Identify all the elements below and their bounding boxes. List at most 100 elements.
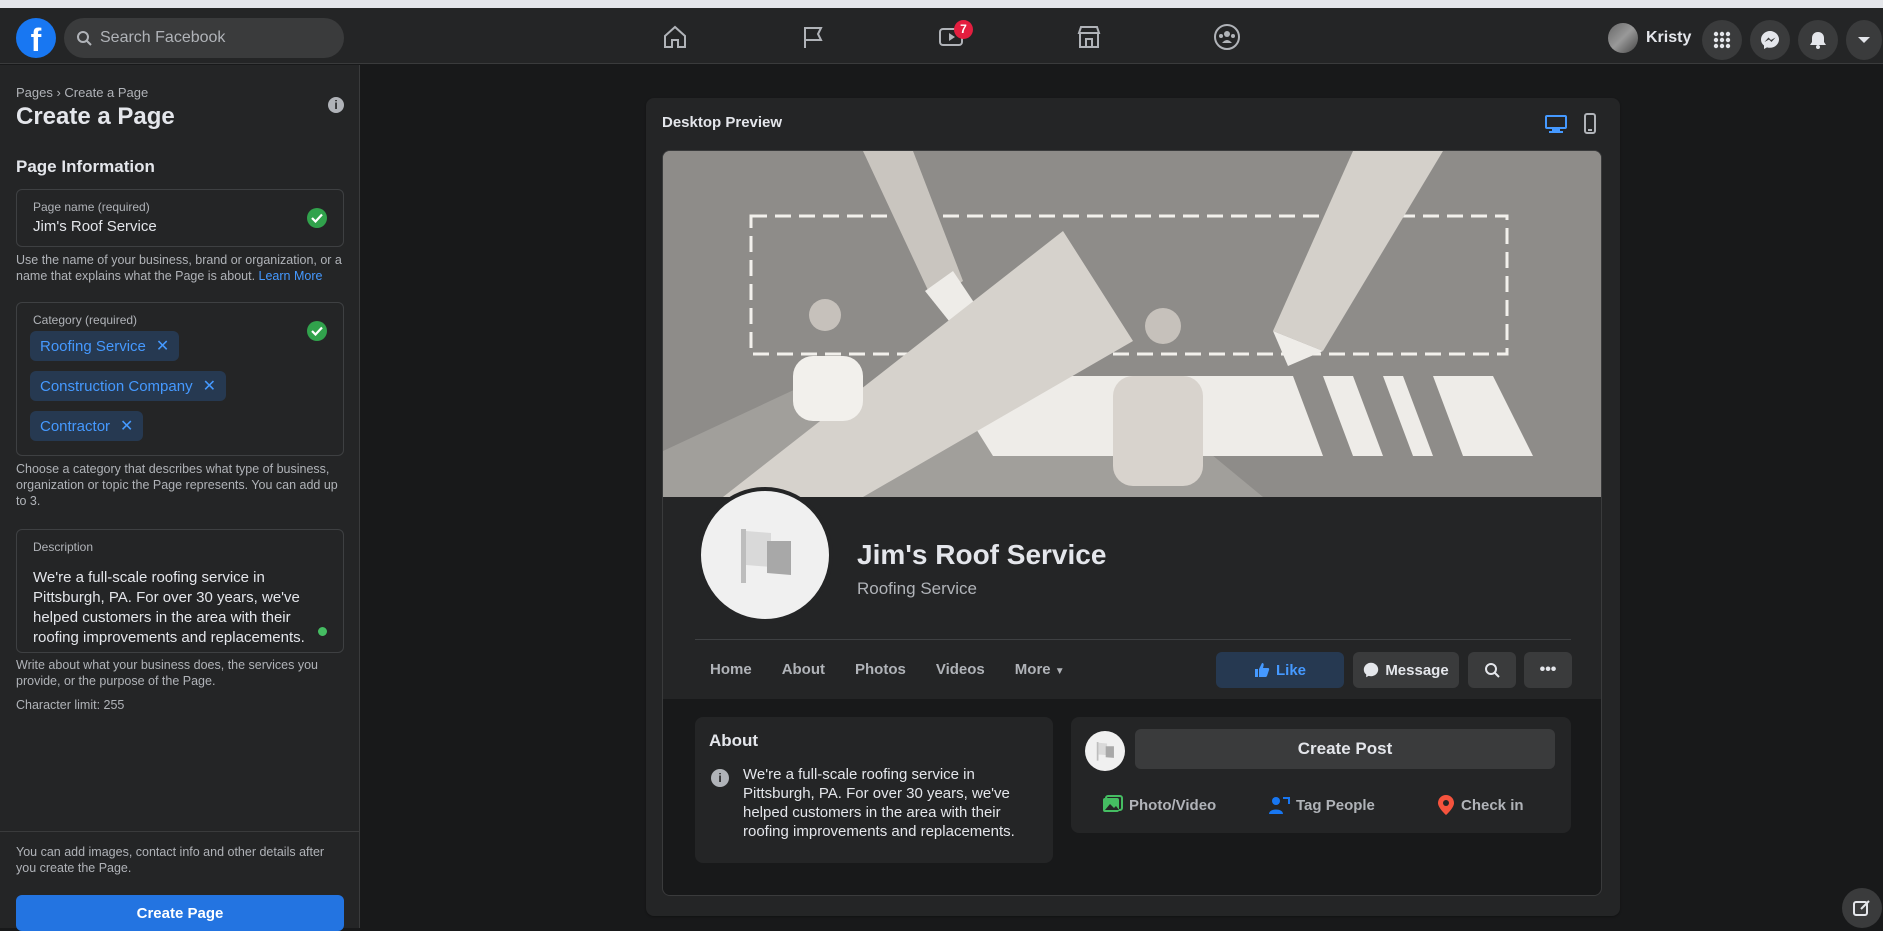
description-textarea[interactable]: We're a full-scale roofing service in Pi…	[33, 568, 323, 648]
thumbs-up-icon	[1254, 663, 1270, 677]
create-page-sidebar: Pages › Create a Page Create a Page i Pa…	[0, 65, 360, 931]
page-name-label: Page name (required)	[33, 200, 150, 214]
messenger-button[interactable]	[1750, 20, 1790, 60]
tab-photos[interactable]: Photos	[840, 649, 921, 690]
account-menu-button[interactable]	[1846, 20, 1882, 60]
footer-note: You can add images, contact info and oth…	[16, 845, 325, 875]
profile-picture[interactable]	[697, 487, 833, 623]
check-in-label: Check in	[1461, 796, 1524, 814]
facebook-logo-icon[interactable]: f	[16, 18, 56, 58]
close-icon[interactable]: ✕	[120, 416, 133, 436]
close-icon[interactable]: ✕	[203, 376, 216, 396]
preview-title: Desktop Preview	[662, 114, 783, 131]
location-pin-icon	[1438, 795, 1454, 815]
more-options-button[interactable]: •••	[1524, 652, 1572, 688]
groups-nav-icon[interactable]	[1172, 14, 1282, 60]
chip-label: Contractor	[40, 417, 111, 435]
notifications-button[interactable]	[1798, 20, 1838, 60]
tag-people-icon	[1269, 797, 1290, 814]
grid-icon	[1713, 31, 1731, 49]
ellipsis-icon: •••	[1539, 661, 1557, 678]
character-limit: Character limit: 255	[16, 698, 125, 712]
menu-grid-button[interactable]	[1702, 20, 1742, 60]
browser-top-strip	[0, 0, 1883, 8]
top-nav: f Search Facebook 7 Kristy	[0, 8, 1883, 64]
photo-video-label: Photo/Video	[1129, 796, 1217, 814]
cover-illustration	[663, 151, 1601, 497]
home-nav-icon[interactable]	[620, 14, 730, 60]
avatar	[1608, 23, 1638, 53]
bell-icon	[1810, 32, 1826, 49]
photo-video-action[interactable]: Photo/Video	[1101, 787, 1216, 823]
category-chip-contractor[interactable]: Contractor ✕	[30, 411, 144, 441]
flag-icon	[741, 529, 791, 583]
check-in-action[interactable]: Check in	[1437, 787, 1524, 823]
photo-icon	[1103, 795, 1123, 812]
desktop-icon[interactable]	[1544, 114, 1568, 134]
tag-people-action[interactable]: Tag People	[1268, 787, 1375, 823]
search-page-button[interactable]	[1468, 652, 1516, 688]
category-help: Choose a category that describes what ty…	[16, 462, 338, 508]
category-chip-construction-company[interactable]: Construction Company ✕	[30, 371, 226, 401]
description-field[interactable]: Description We're a full-scale roofing s…	[16, 529, 344, 653]
section-title: Page Information	[16, 157, 155, 176]
chip-label: Construction Company	[40, 377, 193, 395]
page-title: Create a Page	[16, 103, 175, 130]
like-label: Like	[1275, 661, 1306, 679]
search-icon	[1485, 663, 1500, 678]
chevron-down-icon	[1858, 37, 1870, 43]
like-button[interactable]: Like	[1216, 652, 1344, 688]
page-name-value[interactable]: Jim's Roof Service	[33, 218, 157, 235]
tab-more[interactable]: More ▼	[1000, 649, 1080, 690]
marketplace-nav-icon[interactable]	[1034, 14, 1144, 60]
preview-page-category: Roofing Service	[857, 579, 978, 598]
new-message-button[interactable]	[1842, 888, 1882, 928]
create-post-card: Create Post Photo/Video Tag People Check…	[1071, 717, 1571, 833]
close-icon[interactable]: ✕	[156, 336, 169, 356]
message-label: Message	[1385, 661, 1449, 679]
messenger-icon	[1761, 31, 1779, 49]
about-text: We're a full-scale roofing service in Pi…	[743, 766, 1015, 840]
check-circle-icon	[307, 321, 327, 341]
search-input[interactable]: Search Facebook	[64, 18, 344, 58]
learn-more-link[interactable]: Learn More	[259, 269, 323, 283]
category-chip-roofing-service[interactable]: Roofing Service ✕	[30, 331, 180, 361]
breadcrumb[interactable]: Pages › Create a Page	[16, 85, 148, 100]
about-card: About i We're a full-scale roofing servi…	[695, 717, 1053, 863]
divider	[0, 831, 360, 832]
grammar-indicator-icon	[318, 627, 327, 636]
compose-icon	[1853, 900, 1870, 916]
search-icon	[77, 31, 92, 46]
description-help: Write about what your business does, the…	[16, 658, 319, 688]
tab-more-label: More	[1014, 661, 1051, 678]
page-name-help: Use the name of your business, brand or …	[16, 252, 346, 284]
tab-home[interactable]: Home	[695, 649, 767, 690]
tab-videos[interactable]: Videos	[921, 649, 1000, 690]
check-circle-icon	[307, 208, 327, 228]
divider	[695, 639, 1571, 640]
desktop-preview-card: Desktop Preview Jim's Roof Service Roofi…	[646, 98, 1620, 916]
info-icon[interactable]: i	[328, 97, 344, 113]
watch-nav-icon[interactable]: 7	[896, 14, 1006, 60]
page-tabs: Home About Photos Videos More ▼	[695, 649, 1080, 690]
profile-shortcut[interactable]: Kristy	[1608, 20, 1691, 56]
pages-flag-nav-icon[interactable]	[758, 14, 868, 60]
messenger-icon	[1364, 662, 1379, 678]
create-post-button[interactable]: Create Post	[1135, 729, 1555, 769]
avatar	[1085, 731, 1125, 771]
search-placeholder: Search Facebook	[100, 29, 226, 46]
caret-down-icon: ▼	[1054, 666, 1065, 677]
page-preview: Jim's Roof Service Roofing Service Home …	[662, 150, 1602, 896]
message-button[interactable]: Message	[1353, 652, 1459, 688]
about-title: About	[709, 731, 759, 750]
preview-page-name: Jim's Roof Service	[857, 539, 1107, 570]
create-page-button[interactable]: Create Page	[16, 895, 344, 931]
tag-people-label: Tag People	[1296, 796, 1375, 814]
mobile-icon[interactable]	[1582, 113, 1598, 135]
tab-about[interactable]: About	[767, 649, 840, 690]
category-label: Category (required)	[33, 313, 138, 327]
chip-label: Roofing Service	[40, 337, 146, 355]
description-label: Description	[33, 540, 94, 554]
category-field[interactable]: Category (required) Roofing Service ✕ Con…	[16, 302, 344, 456]
page-name-field[interactable]: Page name (required) Jim's Roof Service	[16, 189, 344, 247]
